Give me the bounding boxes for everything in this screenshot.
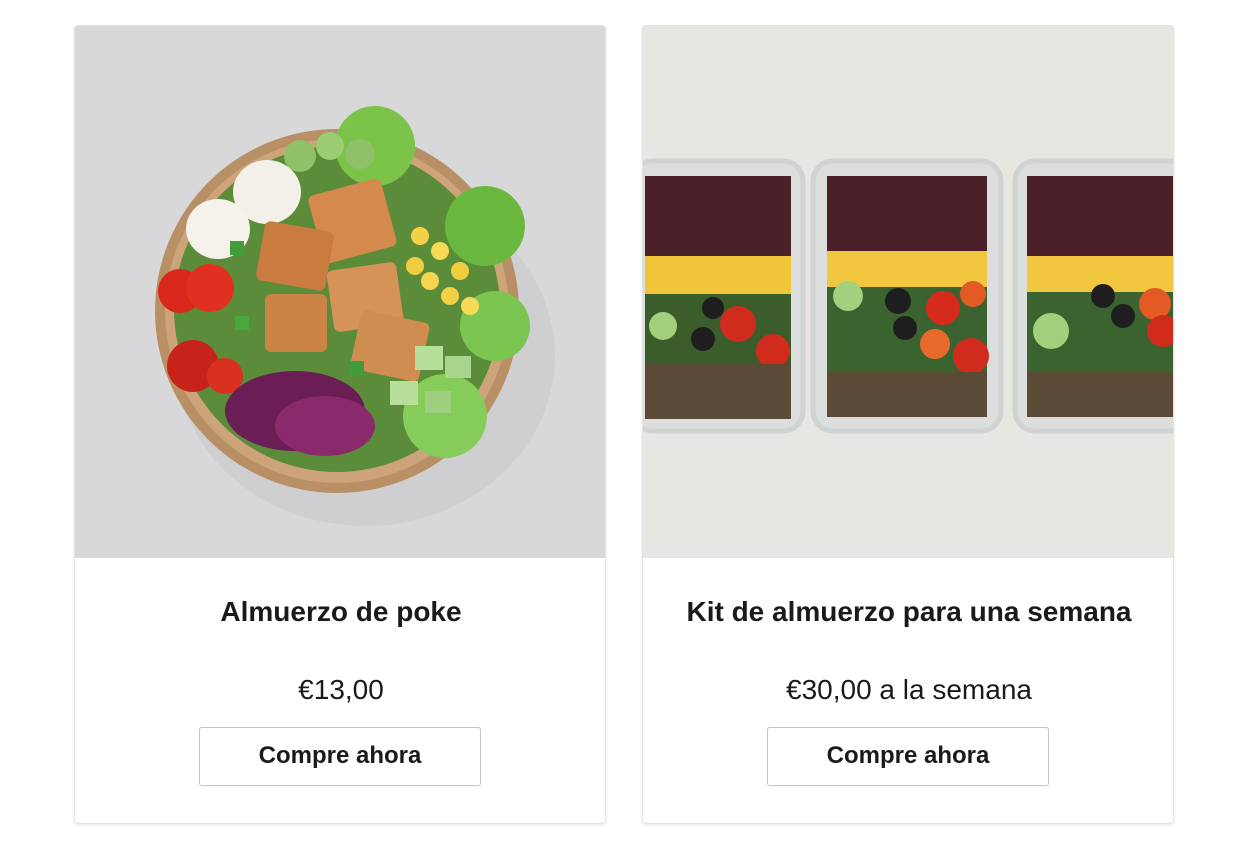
product-card-lunch-kit: Kit de almuerzo para una semana €30,00 a… — [642, 25, 1174, 824]
product-title[interactable]: Kit de almuerzo para una semana — [673, 591, 1145, 632]
product-card-poke: Almuerzo de poke €13,00 Compre ahora — [74, 25, 606, 824]
meal-prep-image[interactable] — [643, 26, 1173, 558]
product-price: €30,00 a la semana — [786, 674, 1032, 705]
buy-now-button[interactable]: Compre ahora — [199, 727, 481, 786]
buy-now-button[interactable]: Compre ahora — [767, 727, 1049, 786]
product-title[interactable]: Almuerzo de poke — [105, 591, 577, 632]
poke-bowl-image[interactable] — [75, 26, 605, 558]
product-price: €13,00 — [298, 674, 384, 705]
